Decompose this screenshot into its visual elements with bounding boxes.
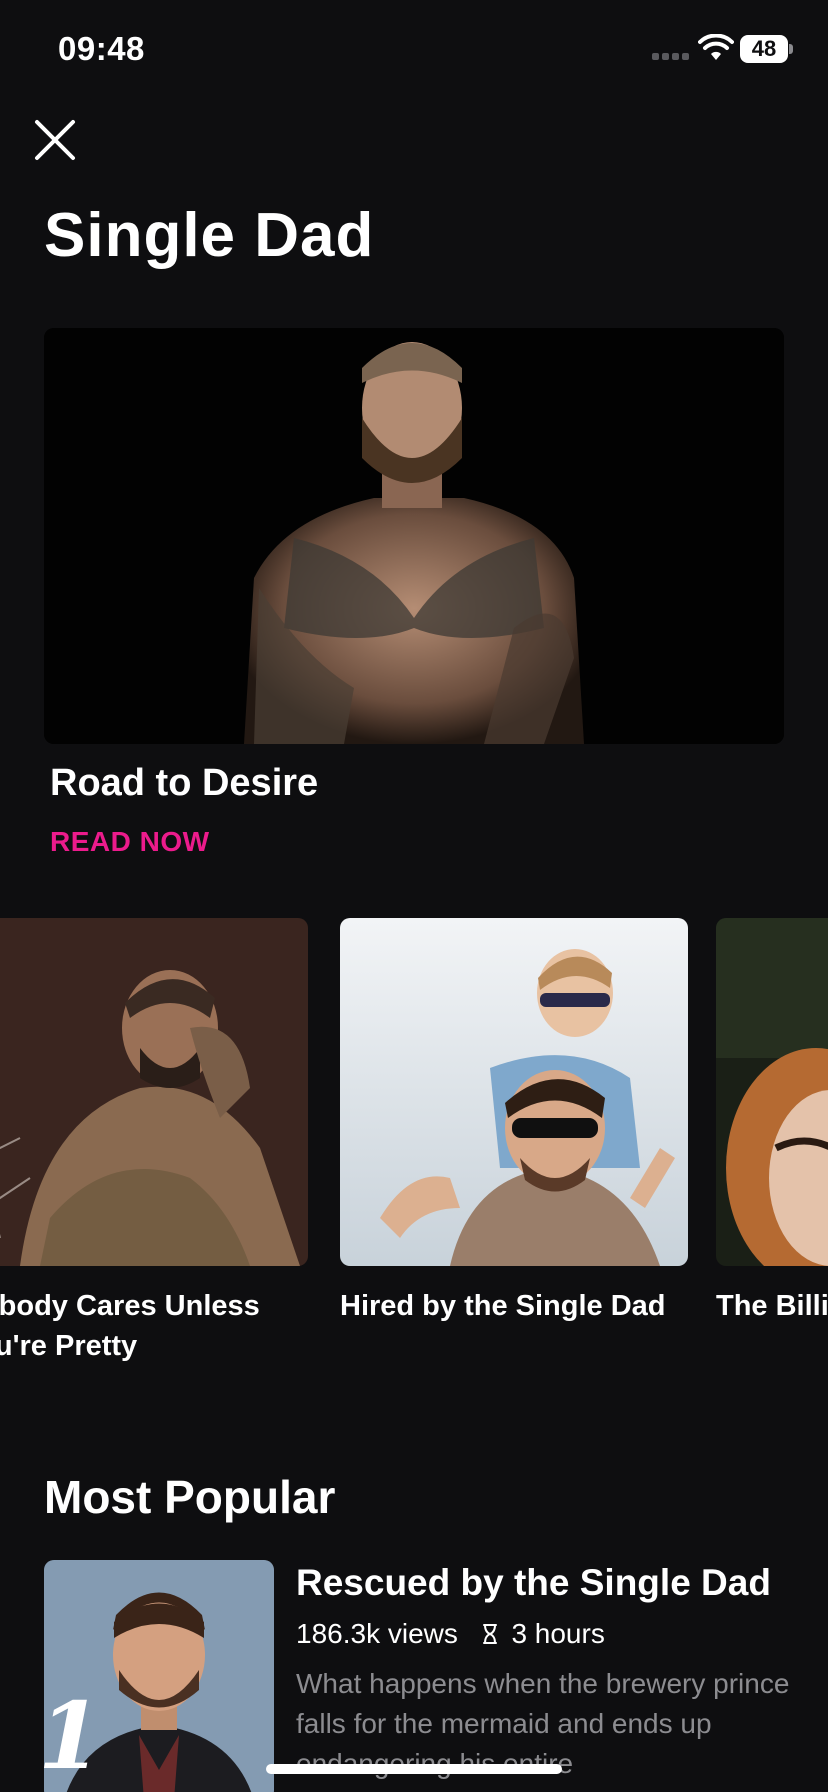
carousel-card-cover [716, 918, 828, 1266]
hourglass-icon [482, 1624, 497, 1644]
cellular-signal-icon [652, 53, 692, 61]
battery-level: 48 [740, 35, 788, 63]
carousel-card-title: Nobody Cares Unless You're Pretty [0, 1290, 260, 1362]
wifi-icon [698, 34, 734, 60]
battery-icon: 48 [740, 35, 793, 63]
close-icon[interactable] [30, 115, 80, 165]
carousel-card-cover [0, 918, 308, 1266]
carousel-card[interactable]: Hired by the Single Dad [340, 918, 700, 1326]
popular-list-item[interactable]: 1 Rescued by the Single Dad 186.3k views… [38, 1560, 804, 1792]
status-bar: 09:48 48 [0, 0, 828, 100]
most-popular-heading: Most Popular [44, 1471, 336, 1523]
carousel-card-title: Hired by the Single Dad [340, 1290, 666, 1322]
page-title: Single Dad [44, 201, 375, 270]
hero-title[interactable]: Road to Desire [50, 762, 318, 805]
carousel-card[interactable]: Nobody Cares Unless You're Pretty [0, 918, 320, 1366]
story-carousel[interactable]: Nobody Cares Unless You're Pretty [0, 918, 828, 1368]
carousel-card-title: The Billi [716, 1290, 828, 1322]
hero-cover[interactable] [44, 328, 784, 744]
popular-item-duration: 3 hours [511, 1618, 605, 1649]
hero-cover-image [44, 328, 784, 744]
popular-item-rank: 1 [38, 1682, 103, 1790]
carousel-card-cover [340, 918, 688, 1266]
popular-item-meta: 186.3k views 3 hours [296, 1618, 605, 1650]
screen: 09:48 48 Single Dad Road to Desire READ … [0, 0, 828, 1792]
popular-item-views: 186.3k views [296, 1618, 458, 1649]
status-time: 09:48 [58, 30, 145, 67]
read-now-button[interactable]: READ NOW [50, 826, 210, 858]
popular-item-title: Rescued by the Single Dad [296, 1562, 771, 1603]
carousel-card[interactable]: The Billi [716, 918, 828, 1326]
home-indicator[interactable] [266, 1764, 562, 1774]
